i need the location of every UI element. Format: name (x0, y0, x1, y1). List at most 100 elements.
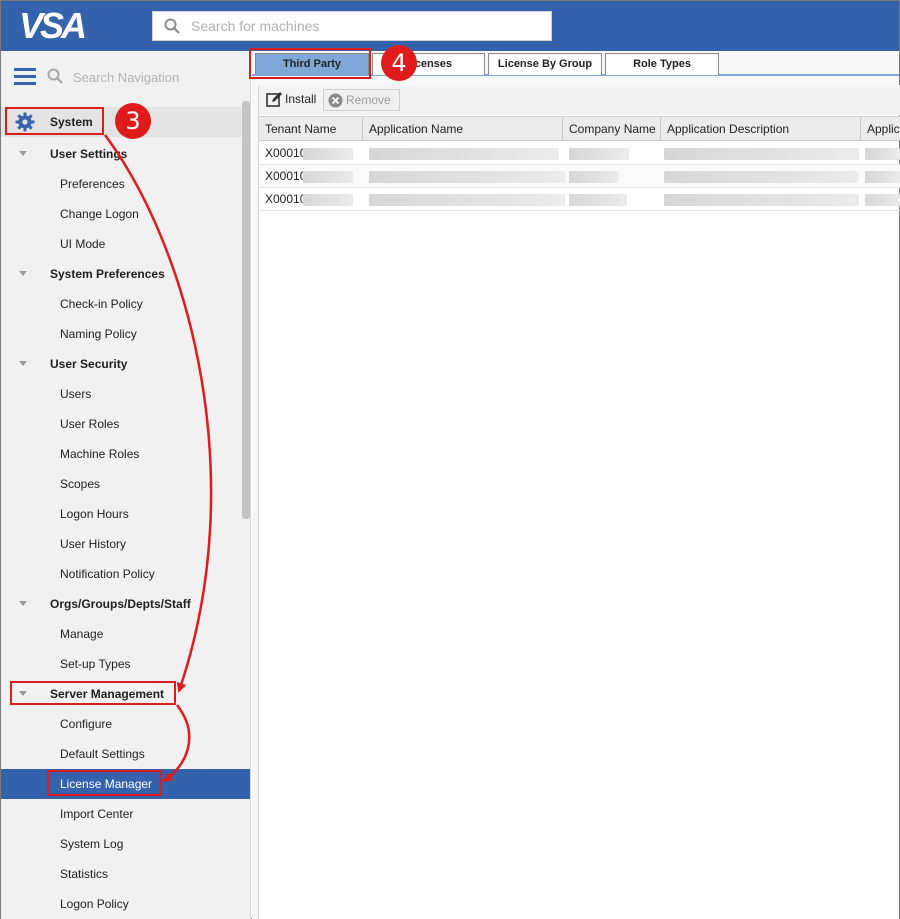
tenant-name-cell: X00010 (265, 169, 307, 183)
sidebar-item-user-roles[interactable]: User Roles (1, 409, 241, 439)
machine-search-input[interactable] (191, 12, 541, 40)
sidebar-item-label: Logon Policy (60, 897, 129, 911)
sidebar-item-label: Naming Policy (60, 327, 137, 341)
redacted-cell (303, 148, 353, 160)
sidebar-item-label: Notification Policy (60, 567, 155, 581)
sidebar-item-user-settings[interactable]: User Settings (1, 139, 241, 169)
third-party-panel: Install Remove Tenant Name Application N… (258, 85, 900, 919)
column-header-tenant-name[interactable]: Tenant Name (259, 117, 363, 141)
sidebar-item-import-center[interactable]: Import Center (1, 799, 241, 829)
annotation-step-4-badge: 4 (381, 45, 417, 81)
sidebar-item-label: Default Settings (60, 747, 145, 761)
install-button[interactable]: Install (263, 89, 316, 111)
annotation-highlight-system (5, 107, 104, 135)
column-header-application-name[interactable]: Application Name (363, 117, 563, 141)
redacted-cell (865, 194, 900, 206)
top-header-bar: VSA (1, 1, 899, 51)
sidebar-item-label: System Log (60, 837, 124, 851)
redacted-cell (369, 171, 565, 183)
sidebar-item-scopes[interactable]: Scopes (1, 469, 241, 499)
annotation-highlight-server-management (10, 681, 176, 705)
column-header-application-clipped[interactable]: Applic (861, 117, 900, 141)
sidebar-item-system-log[interactable]: System Log (1, 829, 241, 859)
sidebar-item-label: Scopes (60, 477, 101, 491)
sidebar-item-orgs-groups-depts-staff[interactable]: Orgs/Groups/Depts/Staff (1, 589, 241, 619)
table-row[interactable]: X00010 (259, 165, 900, 188)
sidebar-item-default-settings[interactable]: Default Settings (1, 739, 241, 769)
caret-down-icon[interactable] (19, 361, 27, 366)
remove-button[interactable]: Remove (323, 89, 400, 111)
search-icon (47, 68, 63, 84)
install-button-label: Install (285, 92, 317, 106)
sidebar-item-label: Logon Hours (60, 507, 129, 521)
sidebar-item-preferences[interactable]: Preferences (1, 169, 241, 199)
caret-down-icon[interactable] (19, 151, 27, 156)
sidebar-item-label: Set-up Types (60, 657, 131, 671)
tab-license-by-group[interactable]: License By Group (488, 53, 602, 75)
sidebar-item-notification-policy[interactable]: Notification Policy (1, 559, 241, 589)
sidebar-scrollbar[interactable] (242, 101, 250, 519)
table-row[interactable]: X00010 (259, 188, 900, 211)
sidebar-item-label: Machine Roles (60, 447, 140, 461)
annotation-step-3-badge: 3 (115, 103, 151, 139)
sidebar-item-label: User Roles (60, 417, 120, 431)
redacted-cell (664, 148, 859, 160)
redacted-cell (865, 171, 900, 183)
sidebar-item-label: Change Logon (60, 207, 139, 221)
column-header-application-description[interactable]: Application Description (661, 117, 861, 141)
sidebar-item-manage[interactable]: Manage (1, 619, 241, 649)
tenant-name-cell: X00010 (265, 192, 307, 206)
sidebar-item-change-logon[interactable]: Change Logon (1, 199, 241, 229)
grid-header: Tenant Name Application Name Company Nam… (259, 116, 900, 141)
tab-role-types[interactable]: Role Types (605, 53, 719, 75)
table-row[interactable]: X00010 (259, 142, 900, 165)
sidebar-item-statistics[interactable]: Statistics (1, 859, 241, 889)
redacted-cell (369, 194, 565, 206)
sidebar-item-label: User Settings (50, 147, 128, 161)
sidebar-item-system-preferences[interactable]: System Preferences (1, 259, 241, 289)
sidebar-item-label: UI Mode (60, 237, 106, 251)
remove-button-label: Remove (346, 93, 391, 107)
annotation-highlight-third-party-tab (249, 48, 371, 79)
sidebar-item-check-in-policy[interactable]: Check-in Policy (1, 289, 241, 319)
navigation-search-input[interactable] (73, 67, 233, 87)
annotation-highlight-license-manager (47, 770, 162, 796)
sidebar-item-set-up-types[interactable]: Set-up Types (1, 649, 241, 679)
sidebar-item-user-security[interactable]: User Security (1, 349, 241, 379)
redacted-cell (303, 171, 353, 183)
sidebar-item-label: Manage (60, 627, 104, 641)
caret-down-icon[interactable] (19, 601, 27, 606)
sidebar-item-label: User Security (50, 357, 128, 371)
redacted-cell (865, 148, 900, 160)
sidebar-item-label: Statistics (60, 867, 109, 881)
remove-icon (328, 93, 343, 108)
menu-icon[interactable] (14, 68, 36, 86)
sidebar-item-label: Orgs/Groups/Depts/Staff (50, 597, 191, 611)
redacted-cell (664, 171, 859, 183)
sidebar-item-label: System Preferences (50, 267, 165, 281)
edit-icon (266, 92, 282, 107)
sidebar-item-ui-mode[interactable]: UI Mode (1, 229, 241, 259)
search-icon (164, 18, 180, 34)
svg-text:VSA: VSA (19, 7, 85, 43)
sidebar-item-label: Configure (60, 717, 113, 731)
license-manager-panel: Third Party Licenses License By Group Ro… (252, 51, 900, 919)
sidebar-item-logon-policy[interactable]: Logon Policy (1, 889, 241, 919)
redacted-cell (369, 148, 559, 160)
caret-down-icon[interactable] (19, 271, 27, 276)
sidebar-item-users[interactable]: Users (1, 379, 241, 409)
sidebar-item-label: Preferences (60, 177, 125, 191)
vsa-logo[interactable]: VSA (19, 7, 103, 43)
redacted-cell (664, 194, 859, 206)
machine-search-box[interactable] (152, 11, 552, 41)
redacted-cell (303, 194, 353, 206)
column-header-company-name[interactable]: Company Name (563, 117, 661, 141)
sidebar-item-label: Users (60, 387, 92, 401)
grid-toolbar: Install Remove (259, 85, 900, 115)
sidebar-item-machine-roles[interactable]: Machine Roles (1, 439, 241, 469)
sidebar-item-configure[interactable]: Configure (1, 709, 241, 739)
sidebar-item-naming-policy[interactable]: Naming Policy (1, 319, 241, 349)
sidebar-item-logon-hours[interactable]: Logon Hours (1, 499, 241, 529)
sidebar-item-user-history[interactable]: User History (1, 529, 241, 559)
navigation-header (1, 51, 250, 101)
